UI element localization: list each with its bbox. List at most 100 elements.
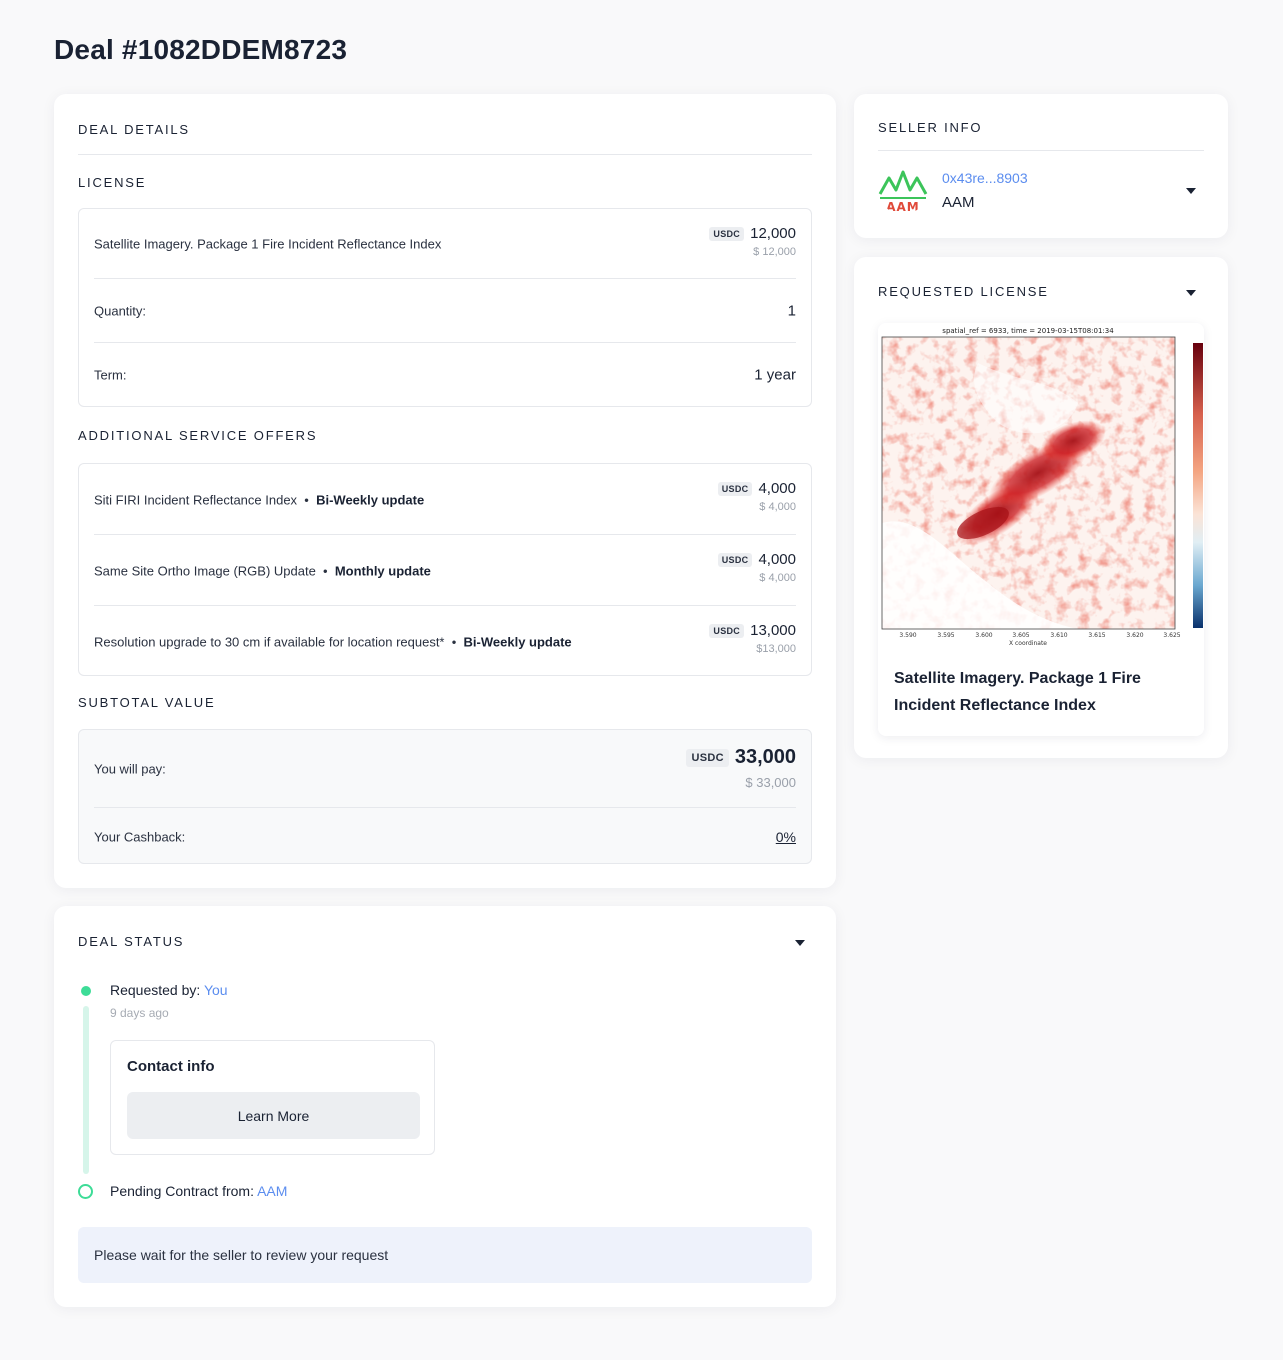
offer-price: USDC 4,000 $ 4,000: [717, 551, 796, 584]
currency-badge: USDC: [717, 552, 753, 567]
x-tick-label: 3.595: [937, 632, 954, 639]
you-will-pay-label: You will pay:: [94, 761, 166, 777]
currency-badge: USDC: [709, 623, 745, 638]
seller-info-heading: SELLER INFO: [878, 120, 983, 135]
status-complete-icon: [81, 986, 91, 996]
pending-contract: Pending Contract from: AAM: [110, 1183, 287, 1199]
offer-name: Resolution upgrade to 30 cm if available…: [94, 634, 445, 649]
offer-row: Same Site Ortho Image (RGB) Update • Mon…: [79, 535, 811, 606]
chevron-down-icon[interactable]: [795, 940, 805, 946]
timeline-line: [83, 1006, 89, 1174]
price-usd: $ 4,000: [759, 572, 796, 584]
license-preview-image: spatial_ref = 6933, time = 2019-03-15T08…: [878, 323, 1204, 650]
x-tick-label: 3.625: [1163, 632, 1180, 639]
currency-badge: USDC: [709, 226, 745, 241]
license-box: Satellite Imagery. Package 1 Fire Incide…: [78, 208, 812, 407]
plot-title: spatial_ref = 6933, time = 2019-03-15T08…: [942, 327, 1114, 335]
pending-contract-label: Pending Contract from:: [110, 1183, 254, 1199]
license-item-name: Satellite Imagery. Package 1 Fire Incide…: [94, 236, 442, 252]
cashback-link[interactable]: 0%: [776, 829, 796, 845]
price-amount: 12,000: [750, 225, 796, 242]
offer-price: USDC 13,000 $13,000: [709, 622, 796, 655]
bullet: •: [323, 563, 328, 578]
term-label: Term:: [94, 367, 127, 383]
deal-details-card: DEAL DETAILS LICENSE Satellite Imagery. …: [54, 94, 836, 888]
x-tick-label: 3.620: [1126, 632, 1143, 639]
offer-name: Siti FIRI Incident Reflectance Index: [94, 492, 298, 507]
license-heading: LICENSE: [78, 175, 147, 190]
contact-info-title: Contact info: [127, 1058, 215, 1075]
chevron-down-icon[interactable]: [1186, 290, 1196, 296]
x-tick-label: 3.605: [1012, 632, 1029, 639]
offer-label: Siti FIRI Incident Reflectance Index • B…: [94, 492, 424, 507]
deal-status-card: DEAL STATUS Requested by: You 9 days ago…: [54, 906, 836, 1307]
you-will-pay-row: You will pay: USDC 33,000 $ 33,000: [79, 730, 811, 808]
price-usd: $ 12,000: [753, 246, 796, 258]
price-usd: $13,000: [756, 643, 796, 655]
seller-address-link[interactable]: 0x43re...8903: [942, 170, 1028, 186]
price-usd: $ 4,000: [759, 501, 796, 513]
x-tick-label: 3.610: [1050, 632, 1067, 639]
requested-time: 9 days ago: [110, 1006, 169, 1020]
x-tick-label: 3.615: [1088, 632, 1105, 639]
x-tick-label: 3.590: [899, 632, 916, 639]
currency-badge: USDC: [717, 481, 753, 496]
seller-logo: AAM: [878, 170, 928, 214]
license-item-row: Satellite Imagery. Package 1 Fire Incide…: [79, 209, 811, 279]
offer-label: Resolution upgrade to 30 cm if available…: [94, 634, 572, 649]
price-amount: 4,000: [758, 551, 796, 568]
seller-logo-text: AAM: [886, 200, 920, 214]
offer-frequency: Monthly update: [334, 563, 431, 578]
additional-offers-box: Siti FIRI Incident Reflectance Index • B…: [78, 463, 812, 676]
seller-info-card: SELLER INFO AAM 0x43re...8903 AAM: [854, 94, 1228, 238]
offer-row: Siti FIRI Incident Reflectance Index • B…: [79, 464, 811, 535]
quantity-row: Quantity: 1: [79, 279, 811, 343]
review-notice: Please wait for the seller to review you…: [78, 1227, 812, 1283]
offer-frequency: Bi-Weekly update: [316, 492, 425, 507]
offer-name: Same Site Ortho Image (RGB) Update: [94, 563, 316, 578]
offer-frequency: Bi-Weekly update: [463, 634, 572, 649]
offer-price: USDC 4,000 $ 4,000: [717, 480, 796, 513]
seller-name: AAM: [942, 194, 975, 211]
deal-details-heading: DEAL DETAILS: [78, 122, 190, 137]
subtotal-usd: $ 33,000: [745, 775, 796, 790]
price-amount: 4,000: [758, 480, 796, 497]
requested-license-heading: REQUESTED LICENSE: [878, 284, 1049, 299]
additional-offers-heading: ADDITIONAL SERVICE OFFERS: [78, 428, 318, 443]
learn-more-button[interactable]: Learn More: [127, 1092, 420, 1139]
seller-avatar: AAM: [878, 166, 928, 214]
contact-info-box: Contact info Learn More: [110, 1040, 435, 1155]
subtotal-price: USDC 33,000 $ 33,000: [686, 746, 796, 790]
chevron-down-icon[interactable]: [1186, 188, 1196, 194]
cashback-label: Your Cashback:: [94, 829, 186, 844]
requested-license-card: REQUESTED LICENSE spatial_ref = 6933, ti…: [854, 257, 1228, 758]
requested-by: Requested by: You: [110, 982, 228, 998]
term-value: 1 year: [754, 366, 796, 384]
quantity-label: Quantity:: [94, 303, 147, 319]
requested-by-link[interactable]: You: [204, 982, 228, 998]
deal-status-heading: DEAL STATUS: [78, 934, 185, 949]
bullet: •: [451, 634, 457, 649]
x-tick-label: 3.600: [975, 632, 992, 639]
x-axis-label: X coordinate: [1009, 640, 1047, 647]
license-preview-card[interactable]: spatial_ref = 6933, time = 2019-03-15T08…: [878, 323, 1204, 736]
requested-by-label: Requested by:: [110, 982, 201, 998]
divider: [878, 150, 1204, 151]
offer-label: Same Site Ortho Image (RGB) Update • Mon…: [94, 563, 431, 578]
pending-contract-link[interactable]: AAM: [257, 1183, 287, 1199]
page-title: Deal #1082DDEM8723: [54, 34, 348, 65]
subtotal-amount: 33,000: [734, 746, 796, 768]
license-item-price: USDC 12,000 $ 12,000: [709, 225, 796, 258]
price-amount: 13,000: [750, 622, 796, 639]
subtotal-heading: SUBTOTAL VALUE: [78, 695, 216, 710]
divider: [78, 154, 812, 155]
bullet: •: [304, 492, 309, 507]
term-row: Term: 1 year: [79, 343, 811, 407]
quantity-value: 1: [787, 302, 796, 320]
cashback-row: Your Cashback: 0%: [79, 808, 811, 865]
offer-row: Resolution upgrade to 30 cm if available…: [79, 606, 811, 677]
subtotal-box: You will pay: USDC 33,000 $ 33,000 Your …: [78, 729, 812, 864]
license-preview-title: Satellite Imagery. Package 1 Fire Incide…: [894, 670, 1141, 714]
currency-badge: USDC: [686, 748, 729, 767]
status-pending-icon: [78, 1184, 93, 1199]
